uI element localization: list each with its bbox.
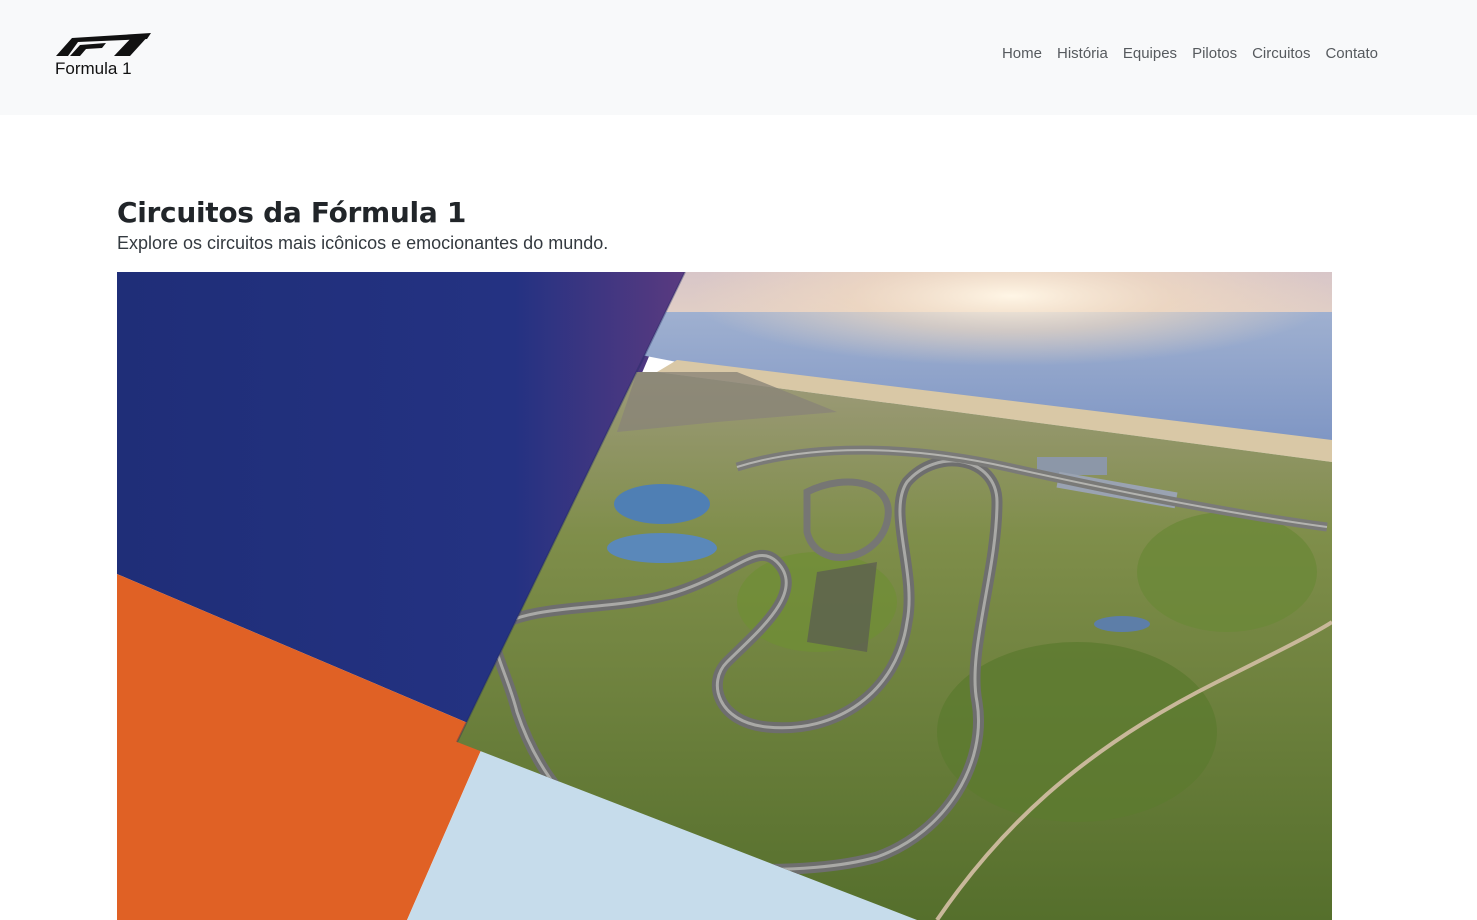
- f1-logo-icon: Formula 1: [55, 33, 151, 78]
- page-title: Circuitos da Fórmula 1: [117, 196, 467, 229]
- circuit-hero-image: [117, 272, 1332, 920]
- nav-link-circuitos[interactable]: Circuitos: [1252, 44, 1310, 64]
- nav-link-historia[interactable]: História: [1057, 44, 1108, 64]
- nav-menu: Home História Equipes Pilotos Circuitos …: [1002, 44, 1378, 64]
- navbar: Formula 1 Home História Equipes Pilotos …: [0, 0, 1477, 115]
- nav-link-equipes[interactable]: Equipes: [1123, 44, 1177, 64]
- brand-name: Formula 1: [55, 59, 132, 78]
- nav-link-home[interactable]: Home: [1002, 44, 1042, 64]
- page-header: Circuitos da Fórmula 1 Explore os circui…: [117, 196, 1332, 254]
- nav-link-pilotos[interactable]: Pilotos: [1192, 44, 1237, 64]
- nav-link-contato[interactable]: Contato: [1325, 44, 1378, 64]
- brand-logo[interactable]: Formula 1: [54, 30, 154, 80]
- circuit-aerial-illustration: [117, 272, 1332, 920]
- page-subtitle: Explore os circuitos mais icônicos e emo…: [117, 233, 609, 253]
